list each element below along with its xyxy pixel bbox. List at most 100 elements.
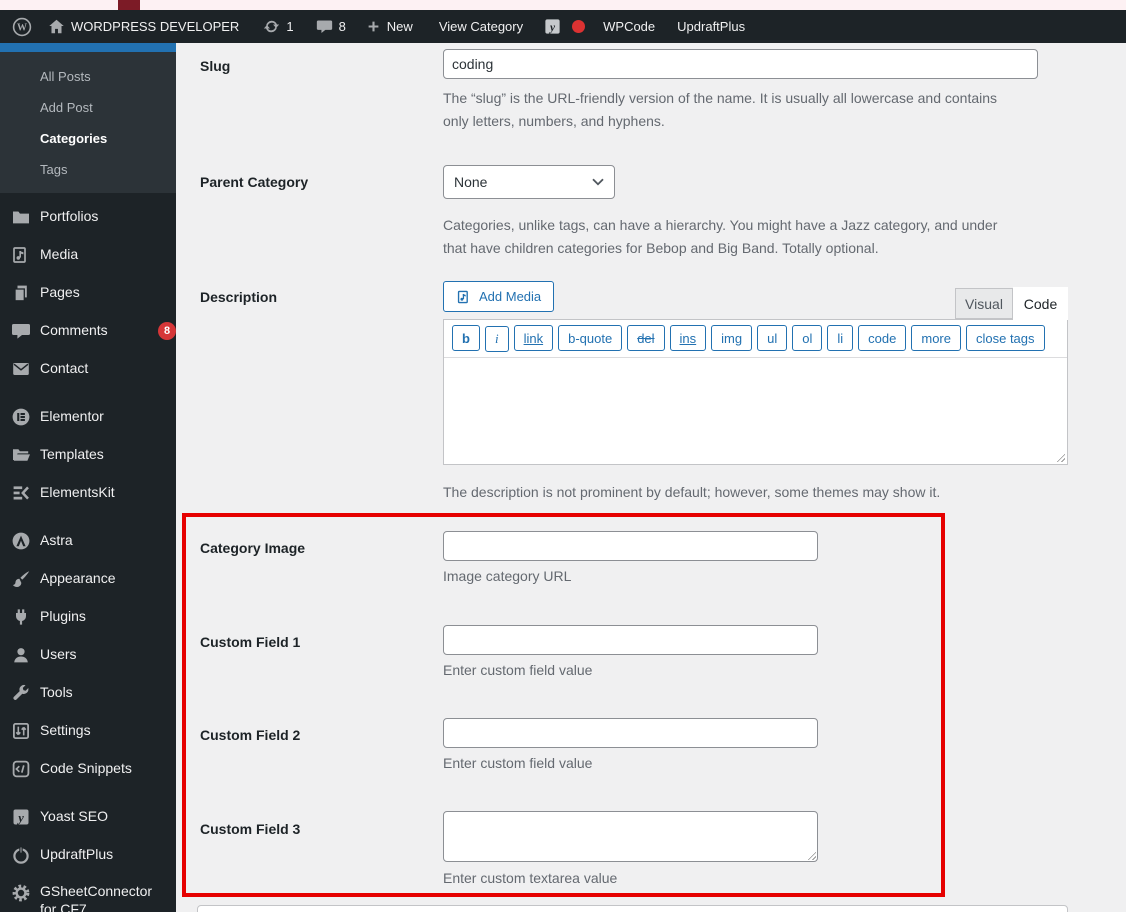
wpcode-menu[interactable]: WPCode	[603, 19, 655, 34]
quicktag-ol-button[interactable]: ol	[792, 325, 823, 351]
parent-category-select[interactable]: None	[443, 165, 615, 199]
templates-icon	[11, 445, 31, 465]
yoast-icon: y	[543, 17, 562, 36]
menu-section: Elementor Templates ElementsKit	[0, 398, 176, 512]
description-textarea[interactable]	[444, 357, 1067, 464]
wordpress-logo-icon: W	[12, 17, 32, 37]
appearance-icon	[11, 569, 31, 589]
sidebar-item-code-snippets[interactable]: Code Snippets	[0, 750, 176, 788]
custom-field-1-help: Enter custom field value	[443, 662, 593, 678]
sidebar-item-media[interactable]: Media	[0, 236, 176, 274]
sidebar-item-label: Portfolios	[40, 208, 99, 225]
slug-input[interactable]	[443, 49, 1038, 79]
sidebar-subitem-categories[interactable]: Categories	[0, 123, 176, 154]
comments-icon	[11, 321, 31, 341]
category-image-input[interactable]	[443, 531, 818, 561]
quicktag-b-quote-button[interactable]: b-quote	[558, 325, 623, 351]
sidebar-item-templates[interactable]: Templates	[0, 436, 176, 474]
plugins-icon	[11, 607, 31, 627]
quicktag-img-button[interactable]: img	[711, 325, 753, 351]
quicktag-i-button[interactable]: i	[484, 325, 509, 352]
site-name-link[interactable]: WORDPRESS DEVELOPER	[48, 18, 239, 35]
sidebar-subitem-tags[interactable]: Tags	[0, 154, 176, 185]
red-dot-icon	[572, 20, 586, 33]
comments-link[interactable]: 8	[316, 18, 346, 35]
posts-active-menu-strip[interactable]	[0, 43, 176, 52]
category-image-label: Category Image	[200, 540, 306, 556]
svg-text:y: y	[548, 22, 556, 34]
parent-category-label: Parent Category	[200, 174, 309, 190]
new-content-menu[interactable]: New	[366, 19, 413, 34]
elementor-icon	[11, 407, 31, 427]
sidebar-item-label: GSheetConnector for CF7	[40, 883, 153, 912]
sidebar-item-elementskit[interactable]: ElementsKit	[0, 474, 176, 512]
quicktag-close-tags-button[interactable]: close tags	[965, 325, 1045, 351]
custom-field-1-label: Custom Field 1	[200, 634, 301, 650]
sidebar-item-label: Tools	[40, 684, 73, 701]
media-icon	[11, 245, 31, 265]
svg-text:y: y	[16, 811, 24, 825]
sidebar-item-label: Code Snippets	[40, 760, 132, 777]
updates-link[interactable]: 1	[263, 18, 294, 35]
sidebar-item-comments[interactable]: Comments 8	[0, 312, 176, 350]
portfolio-icon	[11, 207, 31, 227]
sidebar-subitem-all-posts[interactable]: All Posts	[0, 61, 176, 92]
quicktag-link-button[interactable]: link	[513, 325, 554, 351]
menu-section: Portfolios Media Pages Comments 8 Contact	[0, 198, 176, 388]
notification-dot[interactable]	[572, 20, 586, 33]
quicktag-ul-button[interactable]: ul	[757, 325, 788, 351]
add-media-button[interactable]: Add Media	[443, 281, 555, 312]
add-media-label: Add Media	[479, 289, 542, 304]
sidebar-item-plugins[interactable]: Plugins	[0, 598, 176, 636]
sidebar-item-elementor[interactable]: Elementor	[0, 398, 176, 436]
quicktag-code-button[interactable]: code	[858, 325, 907, 351]
sidebar-item-pages[interactable]: Pages	[0, 274, 176, 312]
description-label: Description	[200, 289, 278, 305]
sidebar-subitem-add-post[interactable]: Add Post	[0, 92, 176, 123]
sidebar-item-label: Appearance	[40, 570, 116, 587]
parent-category-value: None	[454, 174, 488, 190]
quicktag-b-button[interactable]: b	[452, 325, 480, 351]
sidebar-item-settings[interactable]: Settings	[0, 712, 176, 750]
contact-icon	[11, 359, 31, 379]
update-icon	[263, 18, 280, 35]
parent-category-help: Categories, unlike tags, can have a hier…	[443, 217, 998, 256]
sidebar-item-gsheetconnector-for-cf7[interactable]: GSheetConnector for CF7	[0, 874, 176, 912]
custom-field-3-textarea[interactable]	[443, 811, 818, 862]
settings-icon	[11, 721, 31, 741]
sidebar-item-updraftplus[interactable]: UpdraftPlus	[0, 836, 176, 874]
sidebar-item-portfolios[interactable]: Portfolios	[0, 198, 176, 236]
custom-field-3-label: Custom Field 3	[200, 821, 301, 837]
gear-icon	[11, 883, 31, 903]
custom-field-1-input[interactable]	[443, 625, 818, 655]
code-snippets-icon	[11, 759, 31, 779]
sidebar-item-label: Pages	[40, 284, 80, 301]
sidebar-item-tools[interactable]: Tools	[0, 674, 176, 712]
custom-field-2-input[interactable]	[443, 718, 818, 748]
wordpress-logo-menu[interactable]: W	[12, 17, 32, 37]
category-image-help: Image category URL	[443, 568, 572, 584]
view-category-link[interactable]: View Category	[439, 19, 523, 34]
menu-section: Astra Appearance Plugins Users Tools Settings…	[0, 522, 176, 788]
yoast-icon: y	[11, 807, 31, 827]
sidebar-item-users[interactable]: Users	[0, 636, 176, 674]
updraftplus-menu[interactable]: UpdraftPlus	[677, 19, 745, 34]
quicktag-more-button[interactable]: more	[911, 325, 961, 351]
updraftplus-icon	[11, 845, 31, 865]
custom-field-2-label: Custom Field 2	[200, 727, 301, 743]
yoast-menu[interactable]: y	[543, 17, 562, 36]
site-name: WORDPRESS DEVELOPER	[71, 19, 240, 34]
quicktag-li-button[interactable]: li	[827, 325, 854, 351]
sidebar-item-astra[interactable]: Astra	[0, 522, 176, 560]
sidebar-item-contact[interactable]: Contact	[0, 350, 176, 388]
tab-code[interactable]: Code	[1013, 287, 1068, 320]
quicktag-ins-button[interactable]: ins	[669, 325, 707, 351]
quicktag-del-button[interactable]: del	[627, 325, 665, 351]
description-help: The description is not prominent by defa…	[443, 484, 941, 500]
sidebar-item-yoast-seo[interactable]: y Yoast SEO	[0, 798, 176, 836]
sidebar-item-appearance[interactable]: Appearance	[0, 560, 176, 598]
sidebar-item-label: Yoast SEO	[40, 808, 108, 825]
tab-visual[interactable]: Visual	[955, 288, 1013, 319]
astra-icon	[11, 531, 31, 551]
sidebar-item-label: Contact	[40, 360, 89, 377]
